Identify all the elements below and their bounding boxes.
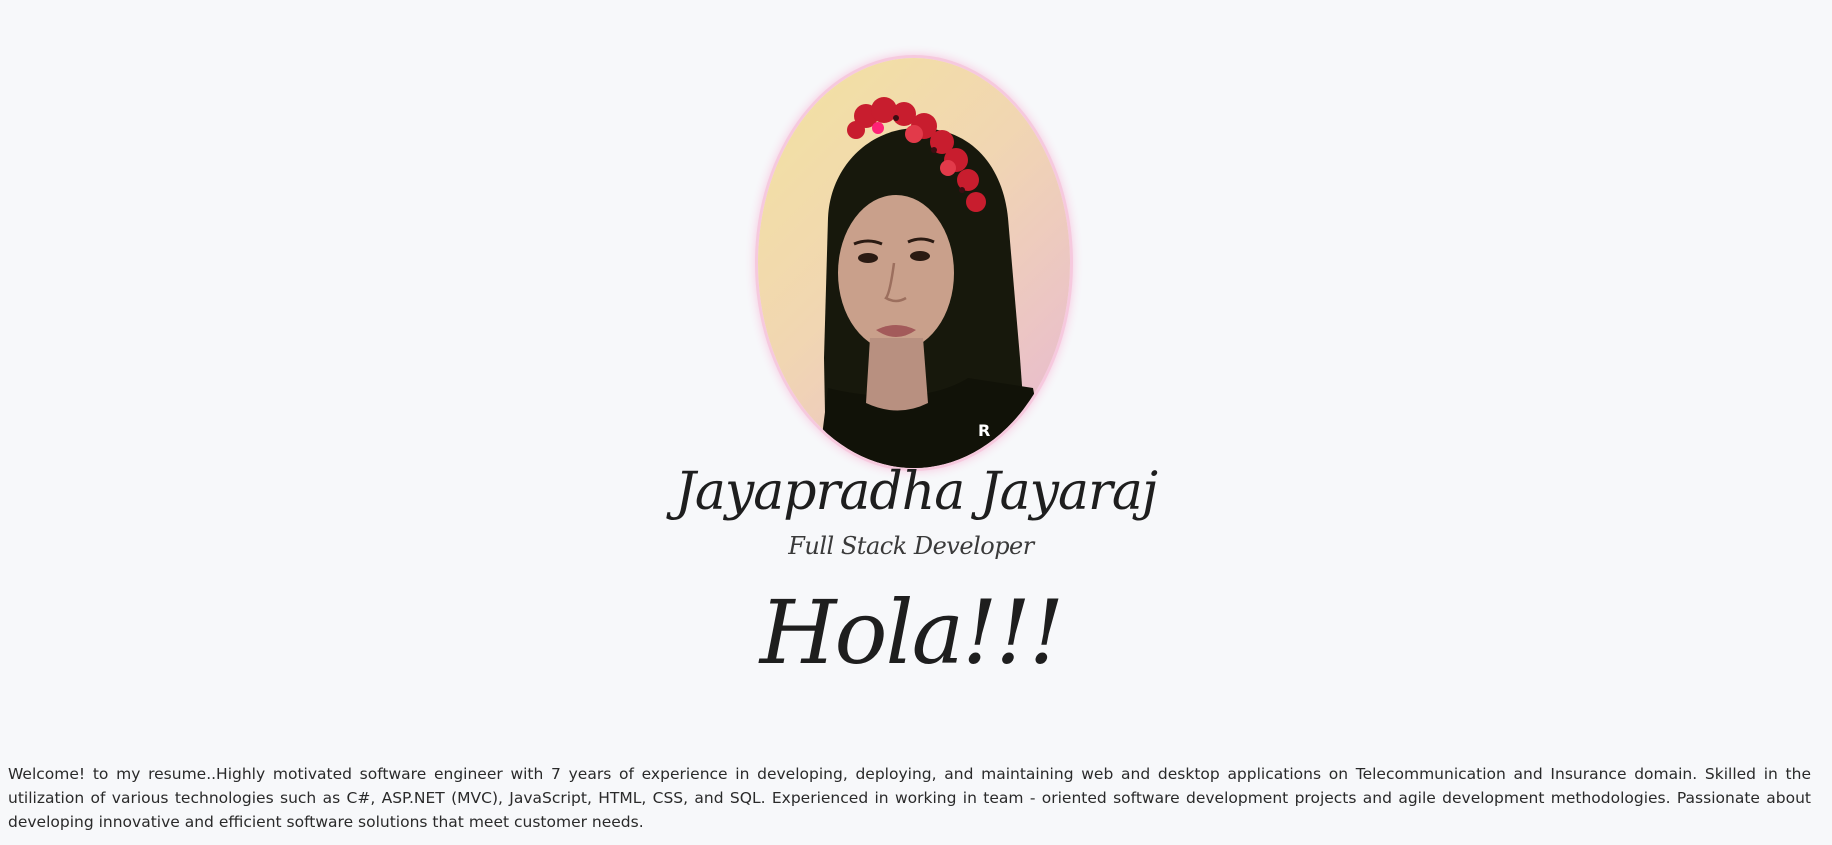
portrait-illustration: R	[818, 97, 1048, 468]
resume-page: R Jayapradha Jayaraj Full Stack Develope…	[0, 0, 1832, 845]
profile-role: Full Stack Developer	[788, 532, 1034, 560]
profile-photo: R	[758, 58, 1070, 468]
svg-text:R: R	[978, 421, 990, 440]
intro-paragraph: Welcome! to my resume..Highly motivated …	[8, 764, 1811, 831]
greeting-heading: Hola!!!	[759, 581, 1064, 684]
profile-name: Jayapradha Jayaraj	[675, 462, 1158, 522]
